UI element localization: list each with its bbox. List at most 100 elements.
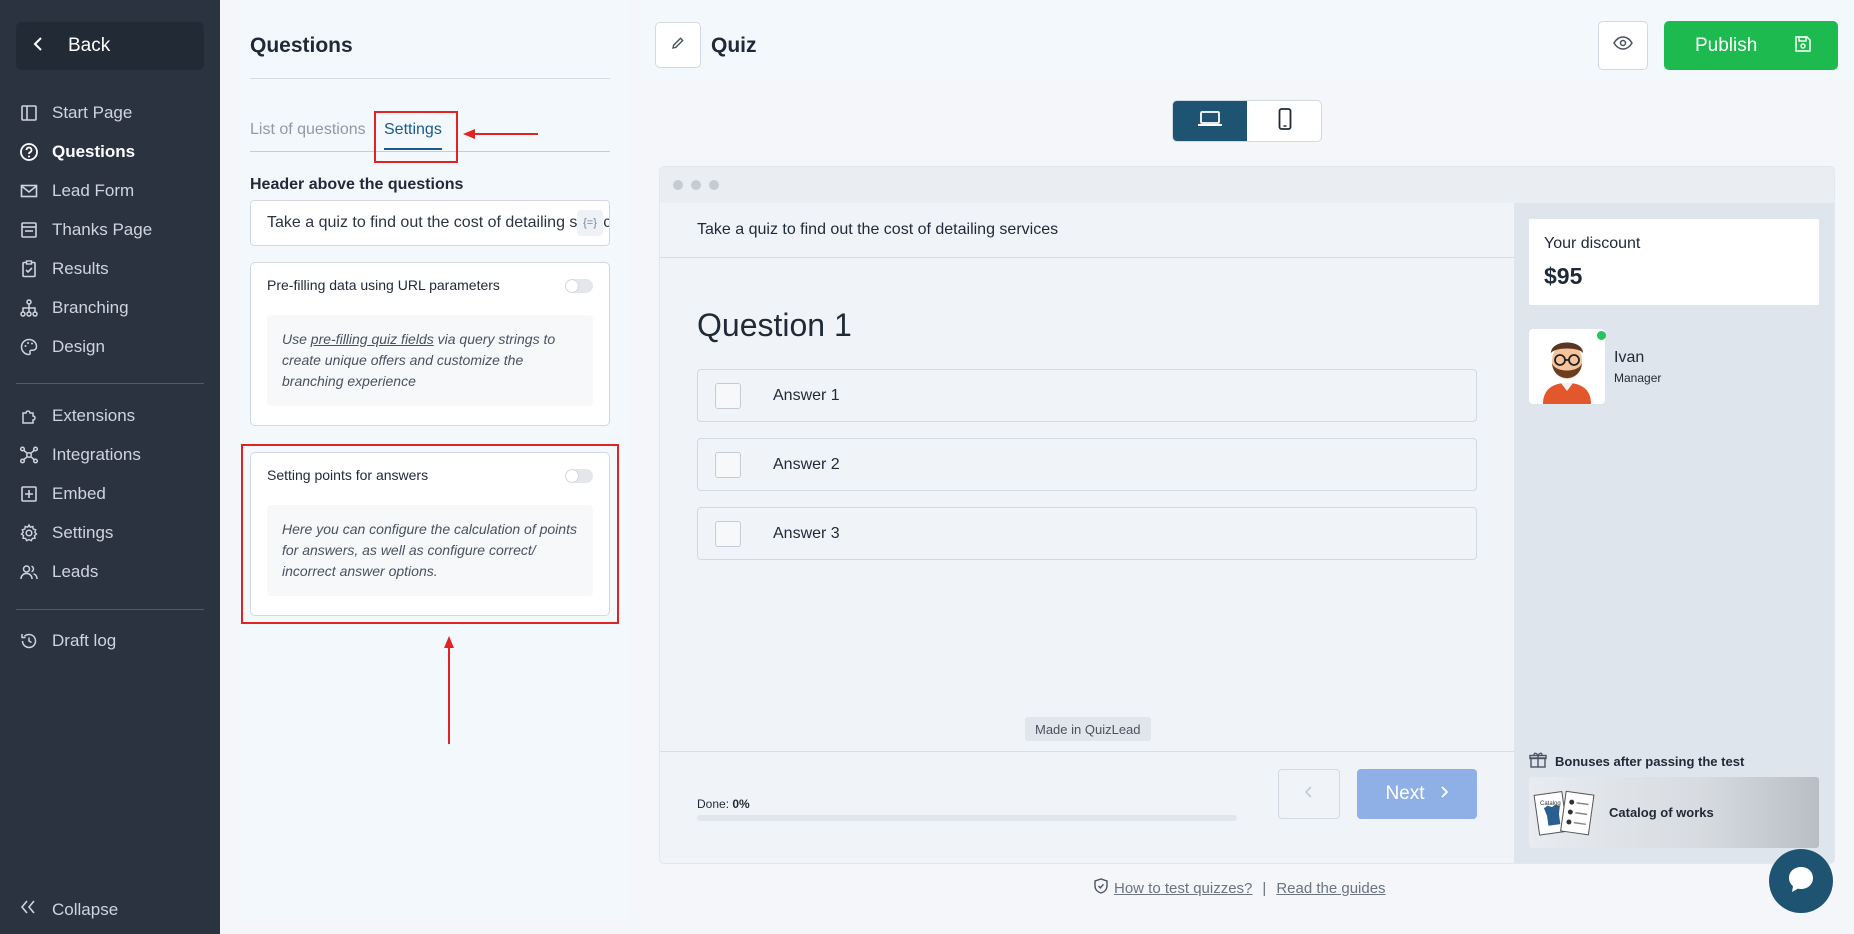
highlight-box-settings-tab xyxy=(374,111,458,163)
answer-option[interactable]: Answer 2 xyxy=(697,438,1477,491)
sidebar-item-leads[interactable]: Leads xyxy=(0,552,220,591)
tab-list-of-questions[interactable]: List of questions xyxy=(250,121,366,139)
made-in-badge[interactable]: Made in QuizLead xyxy=(1025,717,1151,741)
header-input[interactable]: Take a quiz to find out the cost of deta… xyxy=(250,200,610,246)
gear-icon xyxy=(19,523,39,543)
previous-button[interactable] xyxy=(1278,769,1340,819)
laptop-icon xyxy=(1197,110,1223,133)
chat-button[interactable] xyxy=(1769,849,1833,913)
quiz-title: Quiz xyxy=(711,34,757,57)
envelope-icon xyxy=(19,181,39,201)
plus-square-icon xyxy=(19,484,39,504)
preview-header-divider xyxy=(660,257,1514,258)
sidebar-item-thanks-page[interactable]: Thanks Page xyxy=(0,210,220,249)
question-title: Question 1 xyxy=(697,307,852,343)
answer-checkbox[interactable] xyxy=(715,382,741,409)
puzzle-icon xyxy=(19,406,39,426)
arrow-head-left-icon xyxy=(463,129,475,139)
sidebar-item-label: Lead Form xyxy=(52,180,135,200)
footer-separator: | xyxy=(1262,879,1267,897)
sidebar-item-start-page[interactable]: Start Page xyxy=(0,93,220,132)
quiz-preview: Take a quiz to find out the cost of deta… xyxy=(660,167,1834,863)
smartphone-icon xyxy=(1278,107,1292,135)
sidebar-item-label: Results xyxy=(52,258,109,278)
back-button[interactable]: Back xyxy=(16,22,204,70)
sidebar-item-lead-form[interactable]: Lead Form xyxy=(0,171,220,210)
done-value: 0% xyxy=(732,797,750,811)
thanks-page-icon xyxy=(19,220,39,240)
answer-option[interactable]: Answer 1 xyxy=(697,369,1477,422)
chat-bubble-icon xyxy=(1786,864,1816,899)
answer-label: Answer 1 xyxy=(773,386,840,404)
answer-checkbox[interactable] xyxy=(715,451,741,478)
insert-variable-button[interactable]: {=} xyxy=(577,210,603,236)
prefill-toggle[interactable] xyxy=(565,279,593,293)
chevron-left-icon xyxy=(1304,785,1314,804)
window-dot xyxy=(691,180,701,190)
book-icon xyxy=(19,103,39,123)
footer-links: How to test quizzes? | Read the guides xyxy=(1094,878,1386,898)
sidebar-item-questions[interactable]: Questions xyxy=(0,132,220,171)
header-input-value: Take a quiz to find out the cost of deta… xyxy=(267,214,610,231)
sidebar-item-label: Questions xyxy=(52,141,136,161)
sitemap-icon xyxy=(19,298,39,318)
desktop-view-button[interactable] xyxy=(1173,101,1247,141)
catalog-thumbnail-icon: Catalog xyxy=(1533,790,1595,836)
next-button[interactable]: Next xyxy=(1357,769,1477,819)
sidebar-item-label: Draft log xyxy=(52,630,117,650)
sidebar-item-extensions[interactable]: Extensions xyxy=(0,396,220,435)
panel-title: Questions xyxy=(250,34,353,57)
double-chevron-left-icon xyxy=(19,899,39,920)
chevron-left-icon xyxy=(32,36,52,57)
done-label: Done: xyxy=(697,797,730,811)
answer-option[interactable]: Answer 3 xyxy=(697,507,1477,560)
sidebar-divider xyxy=(16,383,204,384)
preview-footer-divider xyxy=(660,751,1514,752)
top-bar: Quiz Publish xyxy=(640,0,1854,80)
discount-label: Your discount xyxy=(1544,235,1641,252)
sidebar-item-integrations[interactable]: Integrations xyxy=(0,435,220,474)
collapse-button[interactable]: Collapse xyxy=(19,899,118,920)
sidebar-item-draft-log[interactable]: Draft log xyxy=(0,621,220,660)
how-to-test-link[interactable]: How to test quizzes? xyxy=(1114,880,1252,897)
arrow-head-up-icon xyxy=(444,636,454,648)
gift-icon xyxy=(1529,751,1547,772)
sidebar-item-label: Integrations xyxy=(52,444,141,464)
window-dot xyxy=(673,180,683,190)
highlight-box-points-card xyxy=(241,444,619,624)
bonus-item-card[interactable]: Catalog Catalog of works xyxy=(1529,777,1819,848)
sidebar-item-label: Design xyxy=(52,336,105,356)
chevron-right-icon xyxy=(1439,785,1449,804)
prefill-note-before: Use xyxy=(282,331,311,347)
next-label: Next xyxy=(1385,783,1425,804)
collapse-label: Collapse xyxy=(52,899,119,919)
sidebar-item-design[interactable]: Design xyxy=(0,327,220,366)
nav-secondary: Extensions Integrations Embed Settings L… xyxy=(0,396,220,591)
clipboard-icon xyxy=(19,259,39,279)
prefill-card: Pre-filling data using URL parameters Us… xyxy=(250,262,610,426)
preview-header: Take a quiz to find out the cost of deta… xyxy=(697,221,1059,238)
preview-button[interactable] xyxy=(1598,21,1648,70)
discount-value: $95 xyxy=(1544,263,1583,289)
panel-divider xyxy=(250,78,610,79)
question-circle-icon xyxy=(19,142,39,162)
answer-label: Answer 2 xyxy=(773,455,840,473)
sidebar-item-branching[interactable]: Branching xyxy=(0,288,220,327)
sidebar-item-embed[interactable]: Embed xyxy=(0,474,220,513)
edit-title-button[interactable] xyxy=(655,22,701,68)
prefill-link[interactable]: pre-filling quiz fields xyxy=(311,331,434,347)
sidebar-item-results[interactable]: Results xyxy=(0,249,220,288)
sidebar-item-label: Start Page xyxy=(52,102,133,122)
manager-avatar xyxy=(1529,329,1605,404)
read-guides-link[interactable]: Read the guides xyxy=(1276,880,1385,897)
sidebar-item-settings[interactable]: Settings xyxy=(0,513,220,552)
answer-label: Answer 3 xyxy=(773,524,840,542)
publish-button[interactable]: Publish xyxy=(1664,21,1838,70)
sidebar-item-label: Thanks Page xyxy=(52,219,153,239)
bonus-title: Bonuses after passing the test xyxy=(1529,751,1744,772)
answer-checkbox[interactable] xyxy=(715,520,741,547)
sidebar-divider xyxy=(16,609,204,610)
prefill-title: Pre-filling data using URL parameters xyxy=(267,277,500,293)
sidebar: Back Start Page Questions Lead Form Than… xyxy=(0,0,220,934)
mobile-view-button[interactable] xyxy=(1248,101,1321,141)
